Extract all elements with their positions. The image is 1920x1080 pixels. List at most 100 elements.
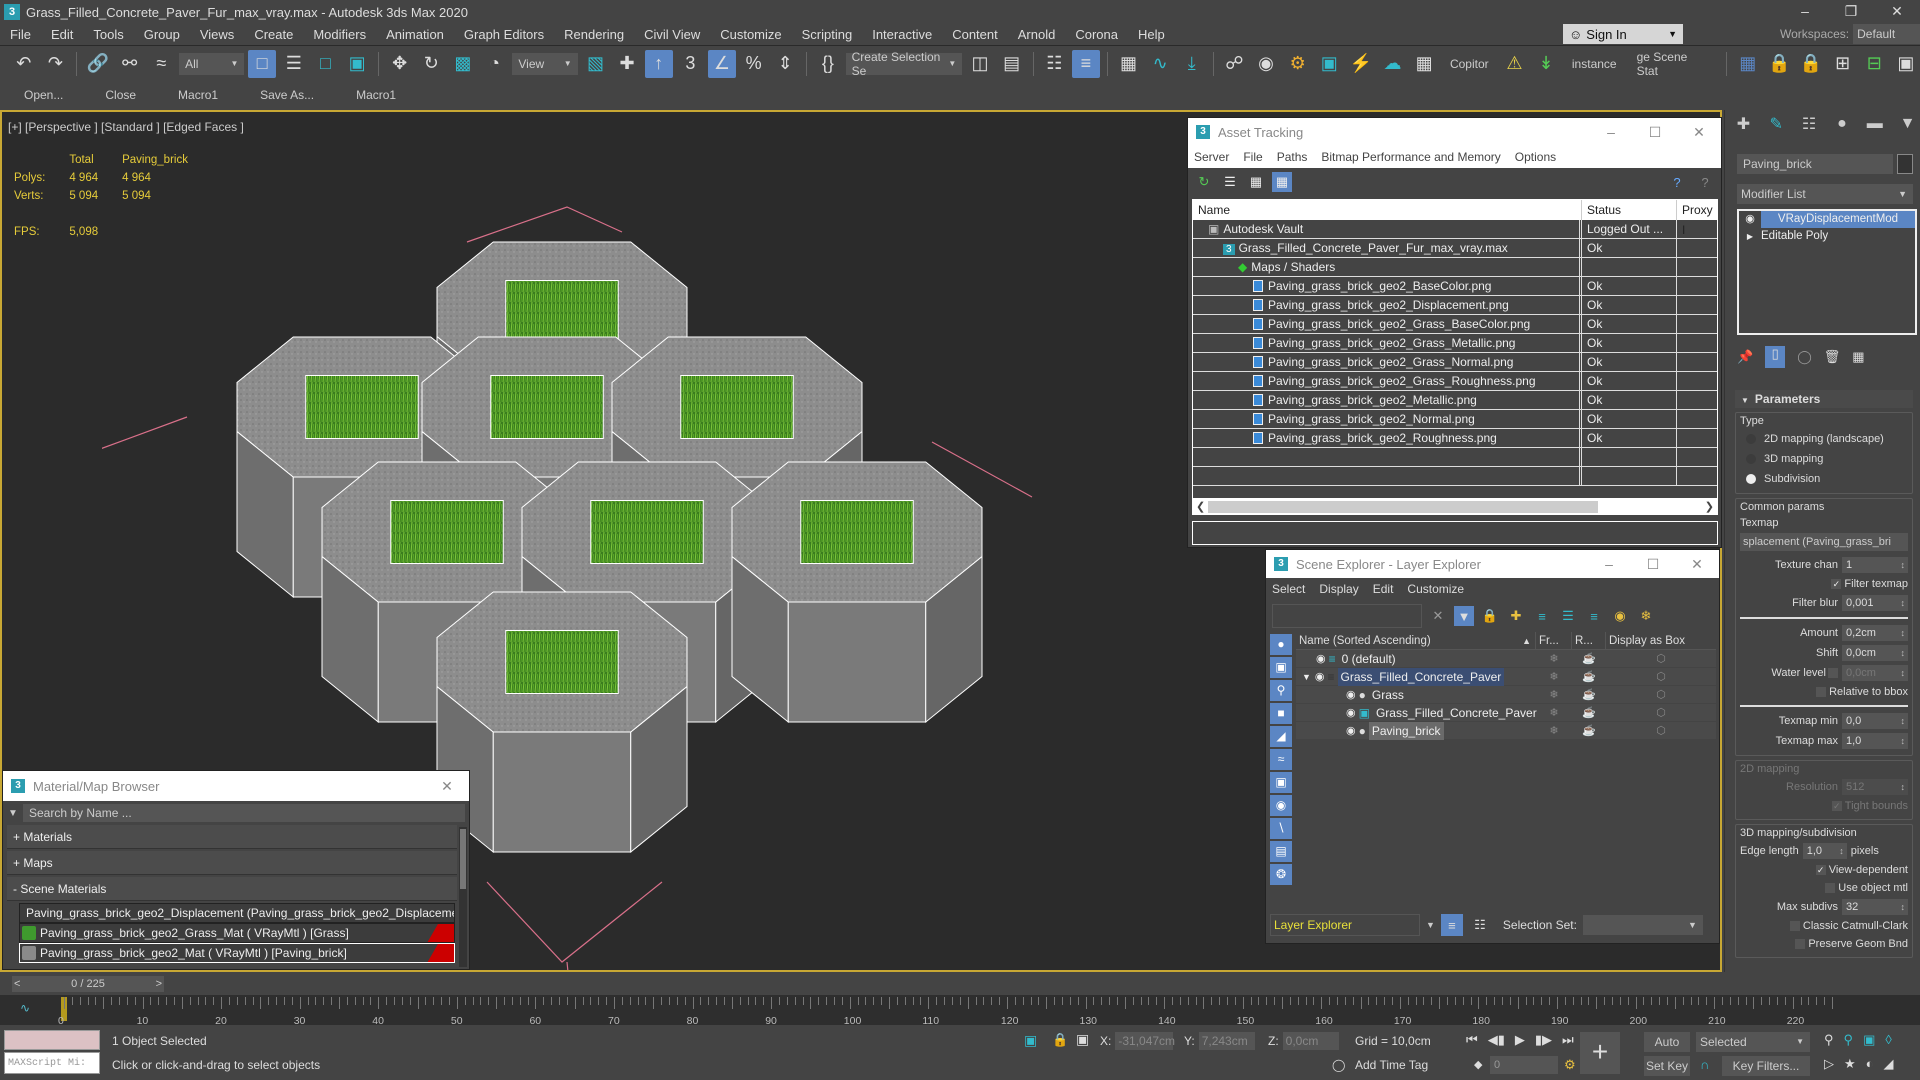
schematic-view-icon[interactable]: ☍ (1221, 50, 1249, 78)
clear-search-icon[interactable]: ✕ (1428, 606, 1448, 626)
layer-name[interactable]: 0 (default) (1339, 650, 1399, 668)
object-color-swatch[interactable] (1897, 154, 1913, 174)
default-in-out-tangents-icon[interactable]: ∩ (1700, 1057, 1709, 1072)
material-category[interactable]: + Materials (7, 825, 457, 849)
minimize-icon[interactable]: – (1589, 124, 1633, 141)
type-radio[interactable]: 3D mapping (1740, 449, 1908, 469)
unlink-icon[interactable]: ⚯ (116, 50, 144, 78)
classic-catmull-clark-checkbox[interactable]: Classic Catmull-Clark (1740, 917, 1908, 935)
filter-icon[interactable]: ▼ (1454, 606, 1474, 626)
set-key-big-button[interactable]: + (1580, 1032, 1620, 1074)
restore-icon[interactable]: ❐ (1828, 0, 1874, 24)
scene-explorer-menu-item[interactable]: Select (1272, 582, 1305, 596)
undo-icon[interactable]: ↶ (10, 50, 38, 78)
configure-modifier-sets-icon[interactable]: ▦ (1852, 349, 1864, 365)
sort-by-layer-icon[interactable]: ≡ (1440, 914, 1463, 936)
radio-selected[interactable] (1746, 474, 1756, 484)
menu-item-animation[interactable]: Animation (376, 27, 454, 42)
checkbox-checked[interactable]: ✓ (1831, 579, 1842, 589)
toggle-scene-explorer-icon[interactable]: ☷ (1040, 50, 1068, 78)
move-icon[interactable]: ✥ (386, 50, 414, 78)
options-menu-icon[interactable]: ▼ (3, 808, 23, 819)
create-layer-icon[interactable]: ✚ (1506, 606, 1526, 626)
texmap-max-spinner[interactable]: Texmap max 1,0 (1740, 731, 1908, 751)
menu-item-content[interactable]: Content (942, 27, 1008, 42)
set-current-layer-icon[interactable]: ≡ (1584, 606, 1604, 626)
scene-search-input[interactable] (1272, 604, 1422, 628)
maximize-icon[interactable]: ☐ (1633, 124, 1677, 141)
show-end-result-icon[interactable]: ▯ (1765, 346, 1786, 368)
key-filters-button[interactable]: Key Filters... (1722, 1056, 1810, 1076)
asset-row[interactable] (1193, 467, 1717, 486)
toggle-layer-explorer-icon[interactable]: ≡ (1072, 49, 1100, 78)
asset-menu-item[interactable]: Bitmap Performance and Memory (1321, 150, 1500, 164)
visibility-eye-icon[interactable]: ◉ (1346, 706, 1356, 719)
modifier-stack-item[interactable]: ▶ Editable Poly (1739, 228, 1915, 245)
checkbox-unchecked[interactable] (1825, 883, 1836, 893)
auto-key-button[interactable]: Auto Key (1644, 1032, 1690, 1069)
select-in-layer-icon[interactable]: ☰ (1558, 606, 1578, 626)
param-value[interactable]: 0,2cm (1842, 625, 1908, 641)
scene-explorer-titlebar[interactable]: 3 Scene Explorer - Layer Explorer – ☐ ✕ (1266, 550, 1719, 578)
asset-row[interactable]: ▣ Autodesk Vault Logged Out ... (1193, 220, 1717, 239)
modifier-eye-icon[interactable]: ◉ (1739, 211, 1761, 228)
placement-icon[interactable]: ◔ (481, 50, 509, 78)
expand-arrow-icon[interactable]: ▶ (1739, 228, 1761, 245)
preserve-geom-bnd-checkbox[interactable]: Preserve Geom Bnd (1740, 935, 1908, 953)
maximize-icon[interactable]: ☐ (1631, 556, 1675, 573)
link-icon[interactable]: 🔗 (84, 50, 112, 78)
layer-row[interactable]: ◉ ▣ Grass_Filled_Concrete_Paver ❄ ☕ ⬡ (1296, 704, 1716, 722)
menu-item-interactive[interactable]: Interactive (862, 27, 942, 42)
workspace-value[interactable]: Default (1853, 24, 1920, 44)
layer-name[interactable]: Grass_Filled_Concrete_Paver (1373, 704, 1540, 722)
time-slider-thumb[interactable]: < 0 / 225 > (12, 976, 164, 992)
zoom-extents-all-icon[interactable]: ◊ (1885, 1032, 1891, 1048)
maximize-viewport-toggle-icon[interactable]: ◢ (1884, 1056, 1894, 1072)
current-frame-field[interactable]: 0 (1490, 1056, 1558, 1074)
layer-name[interactable]: Grass (1369, 686, 1407, 704)
asset-row[interactable]: Paving_grass_brick_geo2_Roughness.png Ok (1193, 429, 1717, 448)
texture-chan-spinner[interactable]: Texture chan 1 (1740, 555, 1908, 575)
use-object-mtl-checkbox[interactable]: Use object mtl (1740, 879, 1908, 897)
walk-through-icon[interactable]: ★ (1844, 1056, 1856, 1072)
render-production-icon[interactable]: ⚡ (1347, 50, 1375, 78)
scroll-right-icon[interactable]: ❯ (1705, 500, 1714, 513)
tree-view-icon[interactable]: ▦ (1246, 172, 1266, 192)
go-to-start-icon[interactable]: ⏮ (1466, 1032, 1478, 1048)
param-value[interactable]: 0,0cm (1842, 645, 1908, 661)
field-of-view-icon[interactable]: ▷ (1824, 1056, 1834, 1072)
close-icon[interactable]: ✕ (1677, 124, 1721, 141)
asset-row[interactable]: Paving_grass_brick_geo2_Metallic.png Ok (1193, 391, 1717, 410)
asset-menu-item[interactable]: Paths (1277, 150, 1308, 164)
warning-icon[interactable]: ⚠ (1501, 50, 1529, 78)
material-item[interactable]: Paving_grass_brick_geo2_Grass_Mat ( VRay… (19, 923, 455, 943)
column-renderable[interactable]: R... (1572, 632, 1606, 649)
add-to-layer-icon[interactable]: ≡ (1532, 606, 1552, 626)
help-icon[interactable]: ? (1667, 172, 1687, 192)
help-disabled-icon[interactable]: ? (1695, 172, 1715, 192)
zoom-extents-icon[interactable]: ▣ (1863, 1032, 1875, 1048)
modifier-stack-item[interactable]: ◉ VRayDisplacementMod (1739, 211, 1915, 228)
asset-path-field[interactable] (1192, 521, 1718, 545)
edge-length-spinner[interactable]: Edge length1,0pixels (1740, 841, 1908, 861)
x-value[interactable]: -31,047cm (1115, 1032, 1175, 1050)
modifier-list-dropdown[interactable]: Modifier List ▼ (1737, 184, 1913, 204)
max-subdivs-spinner[interactable]: Max subdivs 32 (1740, 897, 1908, 917)
menu-item-scripting[interactable]: Scripting (792, 27, 863, 42)
hide-unhide-layers-icon[interactable]: ◉ (1610, 606, 1630, 626)
visibility-eye-icon[interactable]: ◉ (1346, 688, 1356, 701)
texmap-button[interactable]: splacement (Paving_grass_bri (1740, 533, 1908, 551)
param-value[interactable]: 0,001 (1842, 595, 1908, 611)
manage-scene-states-button[interactable]: ge Scene Stat (1629, 50, 1719, 78)
align-icon[interactable]: ▤ (998, 50, 1026, 78)
material-search-input[interactable]: Search by Name ... (23, 804, 465, 822)
texmap-min-spinner[interactable]: Texmap min 0,0 (1740, 711, 1908, 731)
quick-access-button[interactable]: Macro1 (178, 88, 218, 102)
checkbox-checked[interactable]: ✓ (1815, 865, 1826, 875)
lock-icon[interactable]: 🔒 (1480, 606, 1500, 626)
column-display-as-box[interactable]: Display as Box (1606, 632, 1716, 649)
checkbox-checked[interactable]: ✓ (1831, 801, 1842, 811)
track-bar[interactable]: ∿ 0 10 20 30 40 50 60 70 80 90 100 110 120 130 140 150 1… (0, 995, 1920, 1027)
list-view-icon[interactable]: ☰ (1220, 172, 1240, 192)
select-manipulate-icon[interactable]: ✚ (613, 50, 641, 78)
